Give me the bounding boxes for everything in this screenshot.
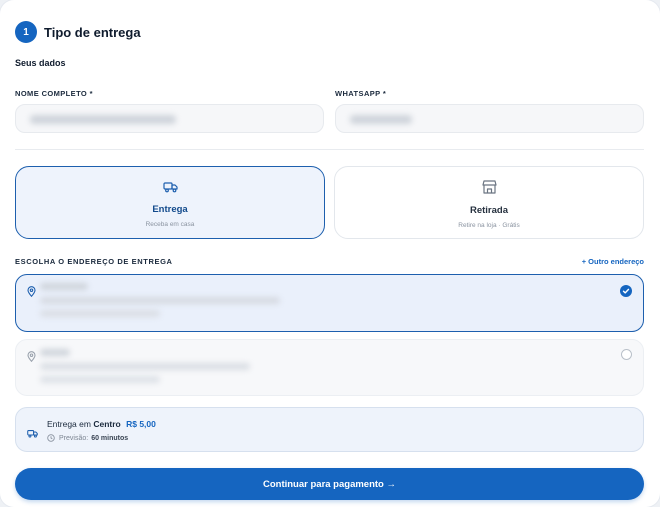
section-subtitle: Seus dados: [15, 58, 66, 68]
step-number-badge: 1: [15, 21, 37, 43]
whatsapp-input[interactable]: [335, 104, 644, 133]
redacted-address-line: [40, 376, 160, 383]
delivery-option-title: Retirada: [469, 205, 508, 216]
divider: [15, 149, 644, 150]
truck-icon: [27, 425, 38, 443]
checkout-card: 1 Tipo de entrega Seus dados NOME COMPLE…: [0, 0, 660, 507]
selected-check-icon: [620, 285, 632, 297]
delivery-option-subtitle: Retire na loja · Grátis: [458, 222, 520, 229]
truck-icon: [162, 180, 178, 198]
redacted-value: [350, 115, 412, 124]
delivery-summary: Entrega em Centro R$ 5,00 Previsão: 60 m…: [15, 407, 644, 452]
map-pin-icon: [27, 284, 36, 302]
redacted-address-line: [40, 310, 160, 317]
address-card[interactable]: [15, 339, 644, 396]
summary-eta-line: Previsão: 60 minutos: [47, 434, 128, 442]
summary-delivery-line: Entrega em Centro R$ 5,00: [47, 419, 156, 429]
full-name-input[interactable]: [15, 104, 324, 133]
name-field-label: NOME COMPLETO *: [15, 89, 93, 98]
step-title: Tipo de entrega: [44, 24, 141, 40]
delivery-option-entrega[interactable]: Entrega Receba em casa: [15, 166, 325, 239]
summary-price: R$ 5,00: [126, 419, 156, 429]
continue-to-payment-button[interactable]: Continuar para pagamento →: [15, 468, 644, 500]
clock-icon: [47, 434, 55, 442]
delivery-option-retirada[interactable]: Retirada Retire na loja · Grátis: [334, 166, 644, 239]
summary-eta-value: 60 minutos: [91, 434, 129, 442]
address-heading: ESCOLHA O ENDEREÇO DE ENTREGA: [15, 257, 173, 266]
redacted-address-line: [40, 297, 280, 304]
whatsapp-field-label: WHATSAPP *: [335, 89, 387, 98]
redacted-address-line: [40, 283, 88, 290]
step-header: 1 Tipo de entrega: [15, 21, 141, 43]
summary-prefix: Entrega em: [47, 419, 91, 429]
map-pin-icon: [27, 349, 36, 367]
delivery-option-subtitle: Receba em casa: [145, 221, 195, 228]
redacted-address-line: [40, 349, 70, 356]
redacted-address-line: [40, 363, 250, 370]
delivery-option-title: Entrega: [152, 204, 188, 215]
address-card-selected[interactable]: [15, 274, 644, 332]
add-address-link[interactable]: + Outro endereço: [582, 257, 644, 266]
summary-eta-label: Previsão:: [59, 434, 89, 442]
redacted-value: [30, 115, 176, 124]
store-icon: [481, 180, 497, 199]
summary-location: Centro: [93, 419, 121, 429]
address-radio[interactable]: [621, 349, 632, 360]
